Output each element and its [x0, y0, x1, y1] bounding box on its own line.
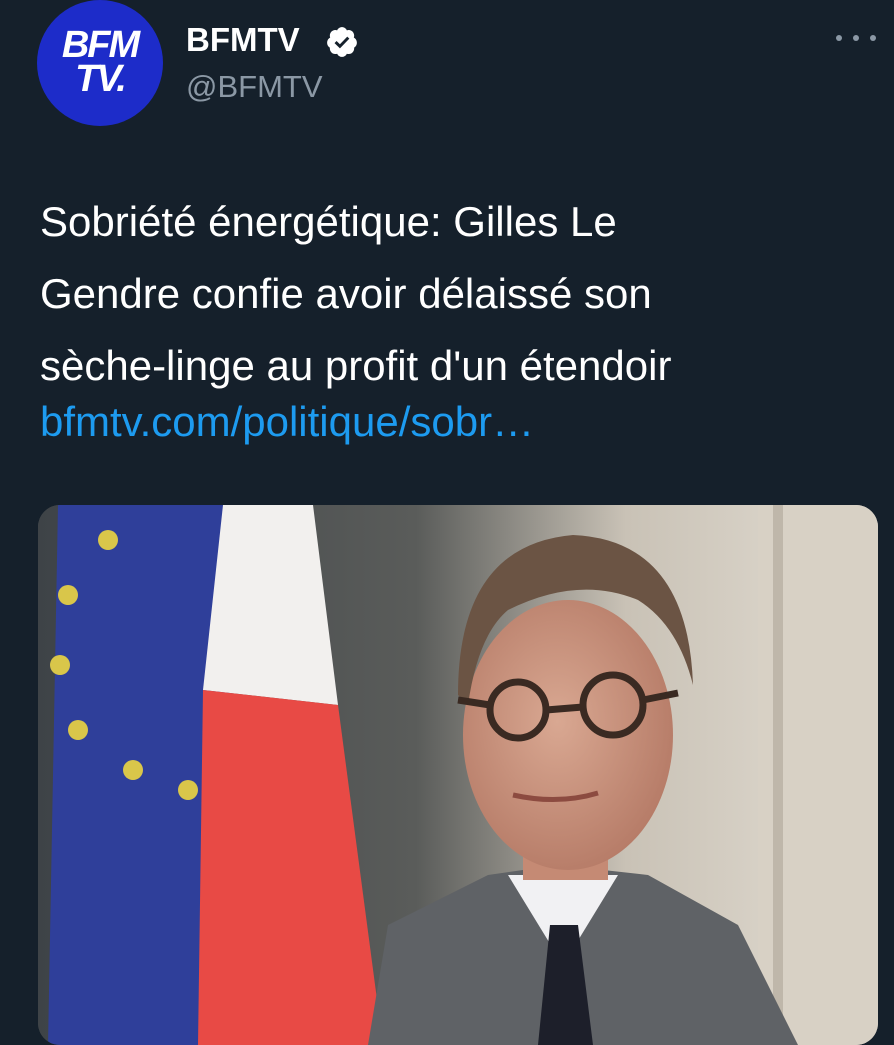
display-name[interactable]: BFMTV [186, 20, 300, 60]
face [463, 600, 673, 870]
tweet-media-photo[interactable] [38, 505, 878, 1045]
tweet-card[interactable]: BFM TV. BFMTV @BFMTV Sobriété énergétiqu… [0, 0, 894, 1045]
more-horizontal-icon-dot [853, 35, 859, 41]
tweet-text: Sobriété énergétique: Gilles Le Gendre c… [40, 186, 870, 402]
more-options-button[interactable] [836, 26, 876, 50]
article-link[interactable]: bfmtv.com/politique/sobr… [40, 386, 534, 458]
user-handle[interactable]: @BFMTV [186, 68, 323, 106]
photo-column-edge [773, 505, 783, 1045]
more-horizontal-icon-dot [870, 35, 876, 41]
tweet-text-line: Sobriété énergétique: Gilles Le [40, 198, 617, 245]
verified-badge-icon [327, 27, 357, 57]
avatar-logo-line2: TV. [75, 58, 127, 100]
avatar-logo-line1: BFM [61, 24, 140, 66]
more-horizontal-icon-dot [836, 35, 842, 41]
photo-illustration [38, 505, 878, 1045]
tweet-text-line: Gendre confie avoir délaissé son [40, 270, 652, 317]
avatar[interactable]: BFM TV. [37, 0, 163, 126]
avatar-logo: BFM TV. [37, 24, 163, 100]
